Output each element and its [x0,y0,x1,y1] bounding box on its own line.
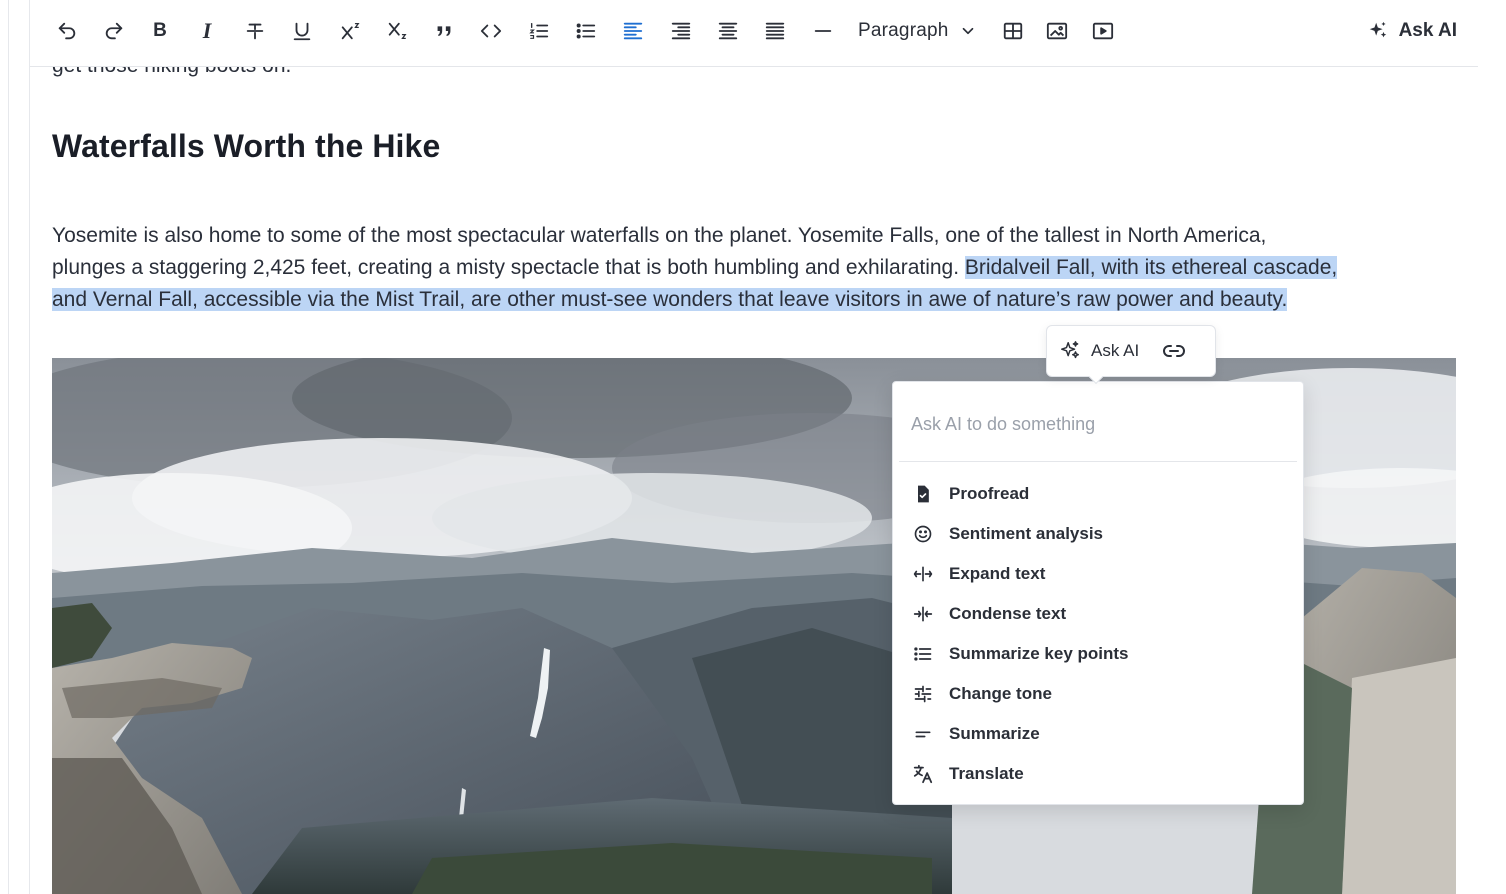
redo-icon [105,22,123,40]
italic-icon: I [202,18,212,43]
superscript-button[interactable] [333,14,367,48]
align-center-button[interactable] [711,14,745,48]
menu-item-label: Expand text [949,564,1046,583]
paragraph-line: Yosemite is also home to some of the mos… [52,220,1472,252]
menu-item-label: Condense text [949,604,1067,623]
bold-icon: B [153,20,167,41]
code-button[interactable] [474,14,508,48]
selection-bubble-menu: Ask AI [1046,325,1216,377]
menu-item-change-tone[interactable]: Change tone [899,674,1297,714]
video-icon [1092,22,1114,40]
ask-ai-toolbar-button[interactable]: Ask AI [1367,14,1457,48]
sparkles-icon [1369,21,1386,38]
block-style-select[interactable]: Paragraph [858,14,977,48]
editor-toolbar: B I Paragraph Ask AI [30,0,1478,67]
file-check-icon [911,482,935,506]
list-icon [911,642,935,666]
menu-item-translate[interactable]: Translate [899,754,1297,794]
ordered-list-button[interactable] [522,14,556,48]
link-button[interactable] [1161,338,1187,364]
smiley-icon [911,522,935,546]
link-icon [1163,345,1186,357]
chevron-down-icon [962,27,973,35]
image-icon [1046,22,1068,40]
menu-item-label: Proofread [949,484,1030,503]
menu-item-summarize[interactable]: Summarize [899,714,1297,754]
paragraph-text: Yosemite is also home to some of the mos… [52,224,1267,247]
align-left-icon [623,22,643,40]
ask-ai-bubble-label: Ask AI [1091,341,1140,360]
selected-text: and Vernal Fall, accessible via the Mist… [52,288,1288,311]
subscript-button[interactable] [380,14,414,48]
underline-icon [293,22,311,41]
menu-item-condense-text[interactable]: Condense text [899,594,1297,634]
translate-icon [911,762,935,786]
sparkles-icon [1061,341,1079,359]
horizontal-rule-icon [814,30,832,32]
align-left-button[interactable] [616,14,650,48]
bullet-list-button[interactable] [569,14,603,48]
align-justify-button[interactable] [758,14,792,48]
bold-button[interactable]: B [143,14,177,48]
condense-icon [911,602,935,626]
strikethrough-button[interactable] [238,14,272,48]
subscript-icon [388,22,407,39]
ai-prompt-input[interactable] [899,388,1297,462]
menu-item-summarize-key-points[interactable]: Summarize key points [899,634,1297,674]
blockquote-button[interactable] [427,14,461,48]
insert-image-button[interactable] [1040,14,1074,48]
align-center-icon [718,22,738,40]
section-heading: Waterfalls Worth the Hike [52,128,441,164]
align-right-button[interactable] [664,14,698,48]
strikethrough-icon [246,23,264,40]
quote-icon [437,26,451,37]
superscript-icon [341,23,360,40]
undo-button[interactable] [50,14,84,48]
table-icon [1003,22,1023,40]
underline-button[interactable] [285,14,319,48]
menu-item-proofread[interactable]: Proofread [899,474,1297,514]
horizontal-rule-button[interactable] [806,14,840,48]
code-icon [480,24,502,38]
undo-icon [58,22,76,40]
menu-item-sentiment-analysis[interactable]: Sentiment analysis [899,514,1297,554]
paragraph-line: and Vernal Fall, accessible via the Mist… [52,284,1472,316]
align-justify-icon [765,22,785,40]
menu-item-label: Summarize key points [949,644,1129,663]
insert-video-button[interactable] [1086,14,1120,48]
align-right-icon [671,22,691,40]
body-paragraph[interactable]: Yosemite is also home to some of the mos… [52,220,1472,316]
paragraph-line: plunges a staggering 2,425 feet, creatin… [52,252,1472,284]
menu-item-label: Change tone [949,684,1052,703]
ai-command-menu: Proofread Sentiment analysis Expand text… [892,381,1304,805]
expand-icon [911,562,935,586]
summarize-icon [911,722,935,746]
redo-button[interactable] [97,14,131,48]
menu-item-expand-text[interactable]: Expand text [899,554,1297,594]
sliders-icon [911,682,935,706]
insert-table-button[interactable] [996,14,1030,48]
selected-text: Bridalveil Fall, with its ethereal casca… [964,256,1338,279]
ai-command-list: Proofread Sentiment analysis Expand text… [899,474,1297,794]
rich-text-editor: B I Paragraph Ask AI Waterfalls Worth th… [29,0,1478,894]
block-style-value: Paragraph [858,20,949,41]
ordered-list-icon [529,22,549,39]
menu-item-label: Sentiment analysis [949,524,1104,543]
menu-item-label: Summarize [949,724,1040,743]
italic-button[interactable]: I [190,14,224,48]
ask-ai-label: Ask AI [1398,20,1457,41]
menu-item-label: Translate [949,764,1024,783]
ask-ai-bubble-button[interactable]: Ask AI [1059,340,1139,362]
bullet-list-icon [576,23,596,39]
paragraph-text: plunges a staggering 2,425 feet, creatin… [52,256,965,279]
